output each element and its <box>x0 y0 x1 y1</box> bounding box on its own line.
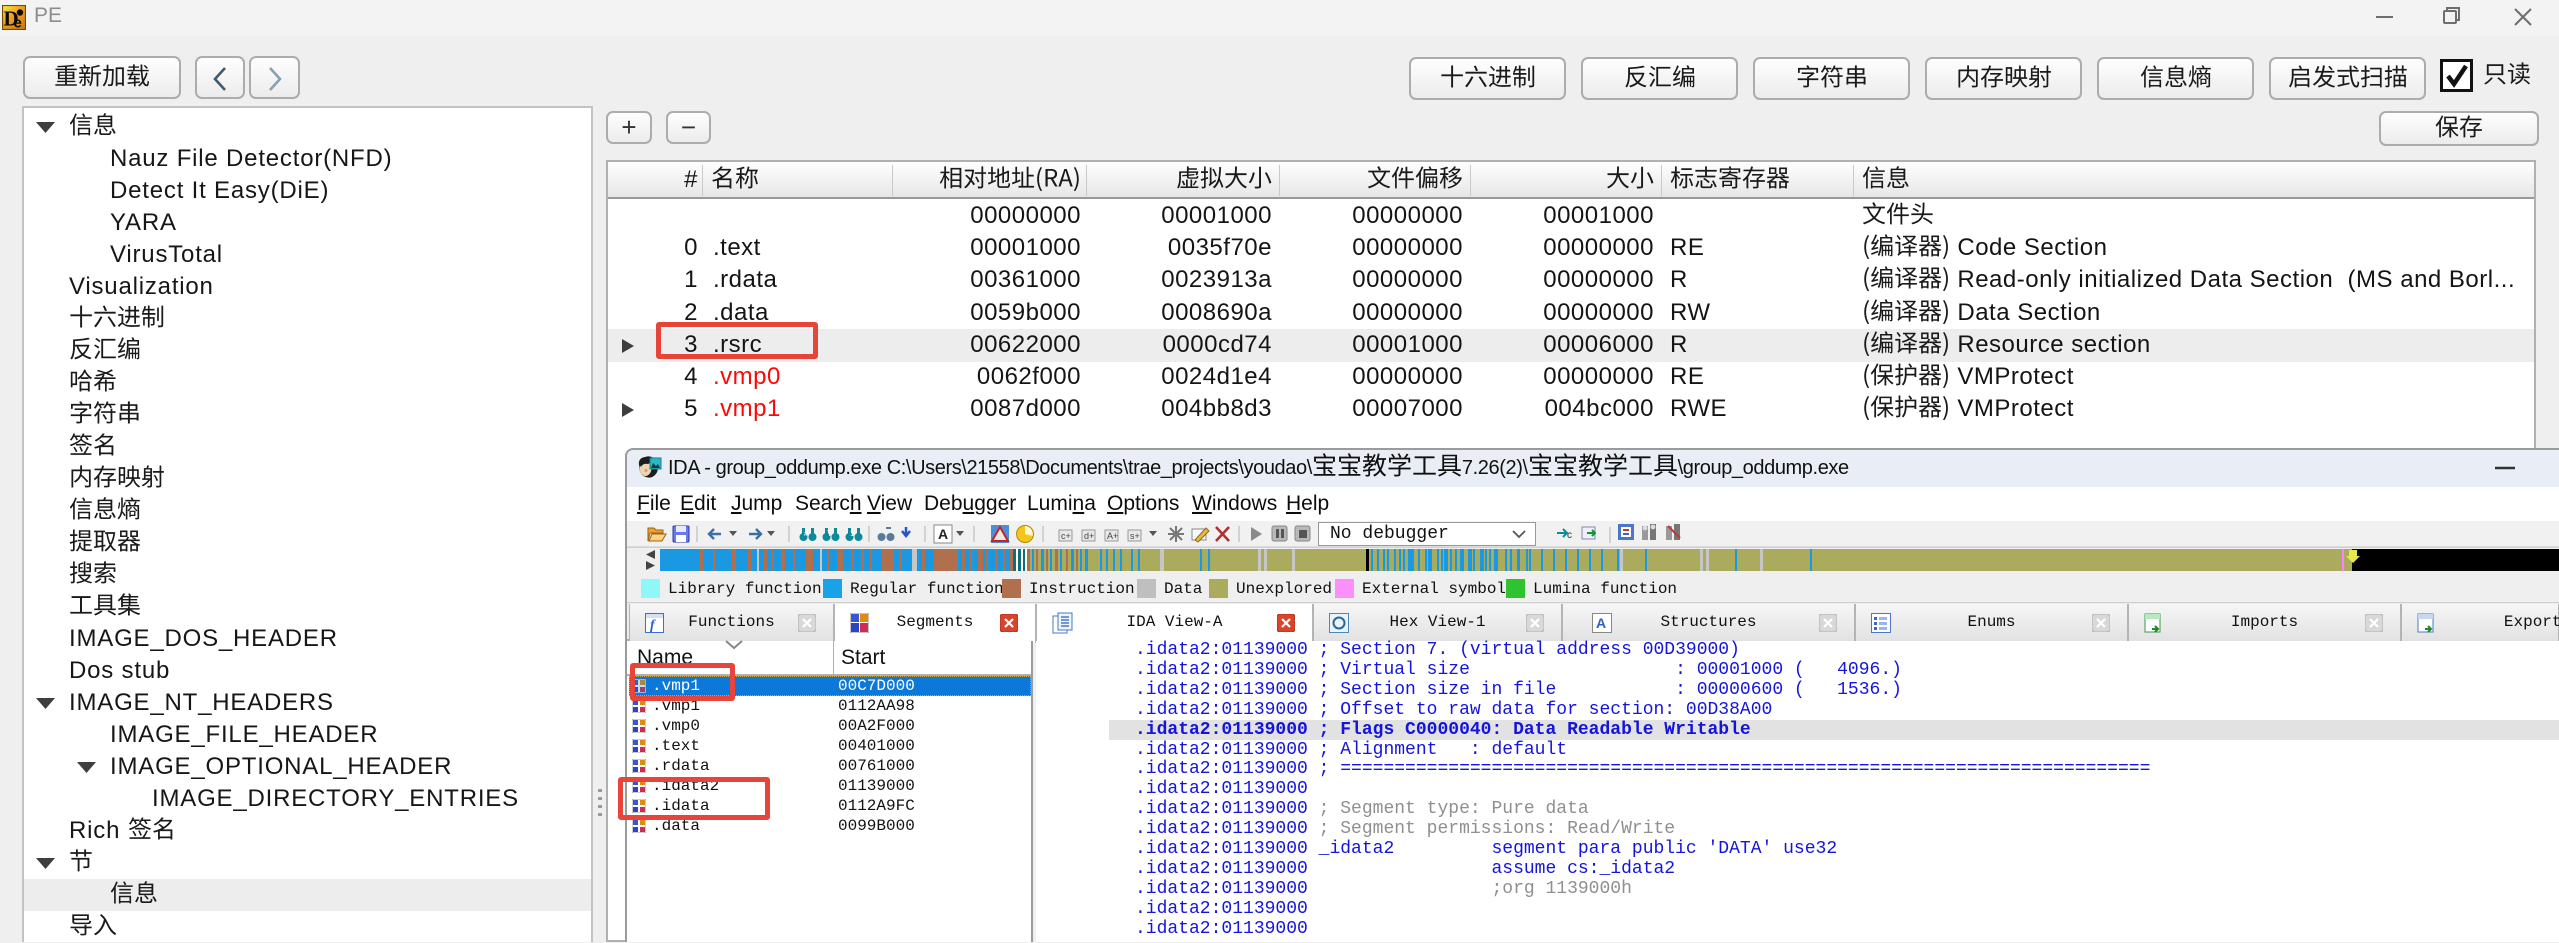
svg-text:T: T <box>827 529 832 538</box>
svg-text:c+: c+ <box>1061 531 1071 541</box>
svg-text:d+: d+ <box>1084 531 1094 541</box>
svg-text:c: c <box>1567 530 1572 541</box>
svg-text:A+: A+ <box>1107 531 1118 541</box>
svg-text:s+: s+ <box>1130 531 1140 541</box>
svg-text:e: e <box>14 15 22 31</box>
svg-text:1: 1 <box>850 529 855 538</box>
svg-text:#: # <box>804 529 809 538</box>
svg-text:A: A <box>938 526 948 542</box>
